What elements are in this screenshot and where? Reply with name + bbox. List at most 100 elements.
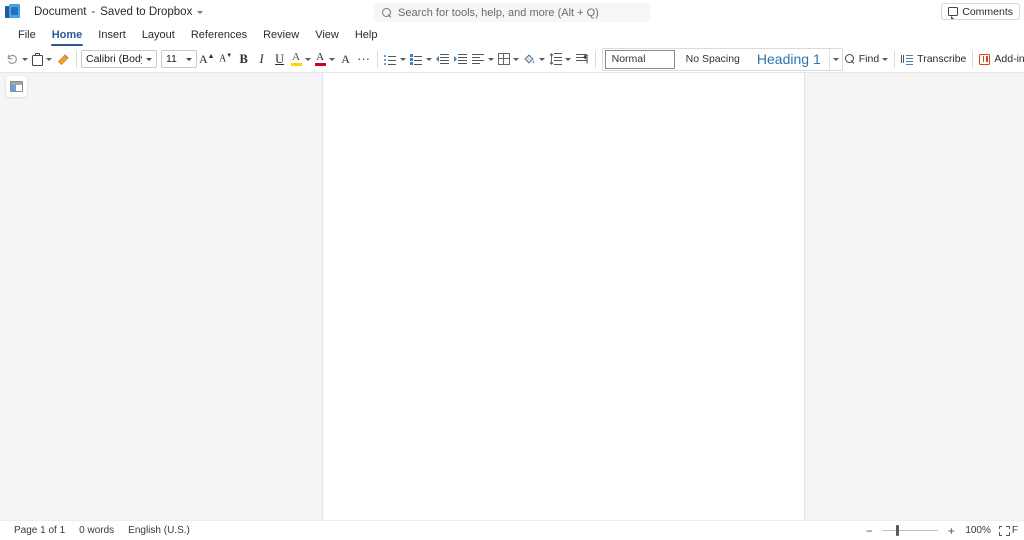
- find-chevron-down-icon[interactable]: [882, 57, 889, 61]
- toolbar-separator: [594, 50, 596, 68]
- status-word-count[interactable]: 0 words: [79, 525, 114, 536]
- bullets-button[interactable]: [382, 48, 408, 70]
- grow-font-button[interactable]: A▲: [197, 48, 217, 70]
- more-font-options-button[interactable]: ···: [355, 48, 373, 70]
- comments-button[interactable]: Comments: [941, 3, 1020, 20]
- comments-label: Comments: [962, 5, 1013, 18]
- undo-arrow-icon: [6, 53, 19, 65]
- text-effects-icon: A: [341, 52, 350, 66]
- toolbar-separator: [76, 50, 77, 68]
- underline-button[interactable]: U: [271, 48, 289, 70]
- format-painter-button[interactable]: [54, 48, 72, 70]
- addins-button[interactable]: Add-ins: [977, 48, 1024, 70]
- status-page-info[interactable]: Page 1 of 1: [14, 525, 65, 536]
- home-ribbon-toolbar: Calibri (Body) 11 A▲ A▼ B I U: [0, 46, 1024, 73]
- shading-paint-bucket-icon: [523, 53, 536, 65]
- focus-mode-icon[interactable]: [998, 525, 1010, 536]
- status-bar: Page 1 of 1 0 words English (U.S.) − + 1…: [0, 520, 1024, 540]
- line-spacing-icon: [549, 53, 562, 65]
- shading-button[interactable]: [521, 48, 547, 70]
- search-container: Search for tools, help, and more (Alt + …: [374, 3, 650, 22]
- show-formatting-marks-button[interactable]: ¶: [573, 48, 591, 70]
- font-size-value: 11: [166, 53, 177, 65]
- find-label: Find: [858, 53, 880, 65]
- document-title-group[interactable]: Document - Saved to Dropbox: [34, 6, 204, 18]
- italic-button[interactable]: I: [253, 48, 271, 70]
- word-app-icon: [5, 4, 21, 20]
- title-chevron-down-icon[interactable]: [197, 10, 204, 14]
- undo-button[interactable]: [4, 48, 30, 70]
- align-chevron-down-icon[interactable]: [487, 57, 494, 61]
- tab-references[interactable]: References: [183, 25, 255, 46]
- search-input[interactable]: Search for tools, help, and more (Alt + …: [398, 7, 599, 19]
- tab-layout[interactable]: Layout: [134, 25, 183, 46]
- ellipsis-icon: ···: [357, 51, 371, 66]
- ribbon-tab-bar: File Home Insert Layout References Revie…: [0, 24, 1024, 46]
- grow-font-icon: A▲: [199, 52, 215, 66]
- numbering-chevron-down-icon[interactable]: [425, 57, 432, 61]
- transcribe-label: Transcribe: [917, 53, 967, 65]
- text-highlight-button[interactable]: A: [289, 48, 313, 70]
- highlight-chevron-down-icon[interactable]: [304, 57, 311, 61]
- text-effects-button[interactable]: A: [337, 48, 355, 70]
- toolbar-separator: [376, 50, 378, 68]
- align-button[interactable]: [470, 48, 496, 70]
- align-left-icon: [471, 53, 485, 65]
- find-search-icon: [844, 54, 855, 64]
- zoom-slider[interactable]: [882, 524, 939, 536]
- focus-mode-label[interactable]: F: [1012, 525, 1018, 536]
- zoom-level-label[interactable]: 100%: [965, 525, 991, 536]
- search-box[interactable]: Search for tools, help, and more (Alt + …: [374, 3, 650, 22]
- borders-button[interactable]: [496, 48, 521, 70]
- document-page[interactable]: [322, 73, 805, 520]
- tab-review[interactable]: Review: [255, 25, 307, 46]
- navigation-pane-toggle[interactable]: [6, 76, 27, 97]
- tab-insert[interactable]: Insert: [90, 25, 134, 46]
- bold-button[interactable]: B: [235, 48, 253, 70]
- bullets-chevron-down-icon[interactable]: [399, 57, 406, 61]
- style-normal[interactable]: Normal: [604, 49, 675, 69]
- zoom-out-button[interactable]: −: [861, 524, 877, 538]
- font-color-chevron-down-icon[interactable]: [328, 57, 335, 61]
- font-size-chevron-down-icon[interactable]: [186, 57, 192, 61]
- tab-help[interactable]: Help: [347, 25, 386, 46]
- transcribe-button[interactable]: Transcribe: [899, 48, 968, 70]
- paste-button[interactable]: [30, 48, 54, 70]
- undo-chevron-down-icon[interactable]: [22, 57, 28, 61]
- paste-chevron-down-icon[interactable]: [46, 57, 52, 61]
- shading-chevron-down-icon[interactable]: [538, 57, 545, 61]
- toolbar-right-group: Find Transcribe Add-ins: [843, 48, 1024, 70]
- styles-chevron-down-icon: [832, 57, 839, 61]
- borders-chevron-down-icon[interactable]: [512, 57, 519, 61]
- font-name-chevron-down-icon[interactable]: [146, 57, 152, 61]
- increase-indent-button[interactable]: [452, 48, 470, 70]
- italic-icon: I: [259, 51, 264, 66]
- underline-icon: U: [275, 51, 285, 66]
- document-title: Document: [34, 6, 87, 18]
- tab-home[interactable]: Home: [44, 25, 91, 46]
- status-language[interactable]: English (U.S.): [128, 525, 190, 536]
- line-spacing-chevron-down-icon[interactable]: [564, 57, 571, 61]
- zoom-in-button[interactable]: +: [943, 524, 959, 538]
- shrink-font-button[interactable]: A▼: [217, 48, 235, 70]
- highlight-icon: A: [290, 50, 302, 68]
- bullet-list-icon: [383, 54, 397, 65]
- numbering-button[interactable]: [408, 48, 434, 70]
- increase-indent-icon: [454, 53, 468, 65]
- find-button[interactable]: Find: [843, 48, 890, 70]
- style-heading-1[interactable]: Heading 1: [749, 49, 829, 70]
- font-name-combo[interactable]: Calibri (Body): [81, 50, 157, 68]
- bold-icon: B: [239, 51, 248, 66]
- tab-file[interactable]: File: [10, 25, 44, 46]
- decrease-indent-button[interactable]: [434, 48, 452, 70]
- tab-view[interactable]: View: [307, 25, 347, 46]
- style-no-spacing[interactable]: No Spacing: [677, 49, 749, 70]
- font-size-combo[interactable]: 11: [161, 50, 197, 68]
- line-spacing-button[interactable]: [547, 48, 573, 70]
- toolbar-separator: [894, 50, 896, 68]
- font-color-icon: A: [314, 50, 326, 68]
- comment-bubble-icon: [948, 7, 959, 19]
- zoom-slider-thumb[interactable]: [896, 524, 899, 536]
- font-color-button[interactable]: A: [313, 48, 337, 70]
- styles-expand-button[interactable]: [828, 48, 842, 70]
